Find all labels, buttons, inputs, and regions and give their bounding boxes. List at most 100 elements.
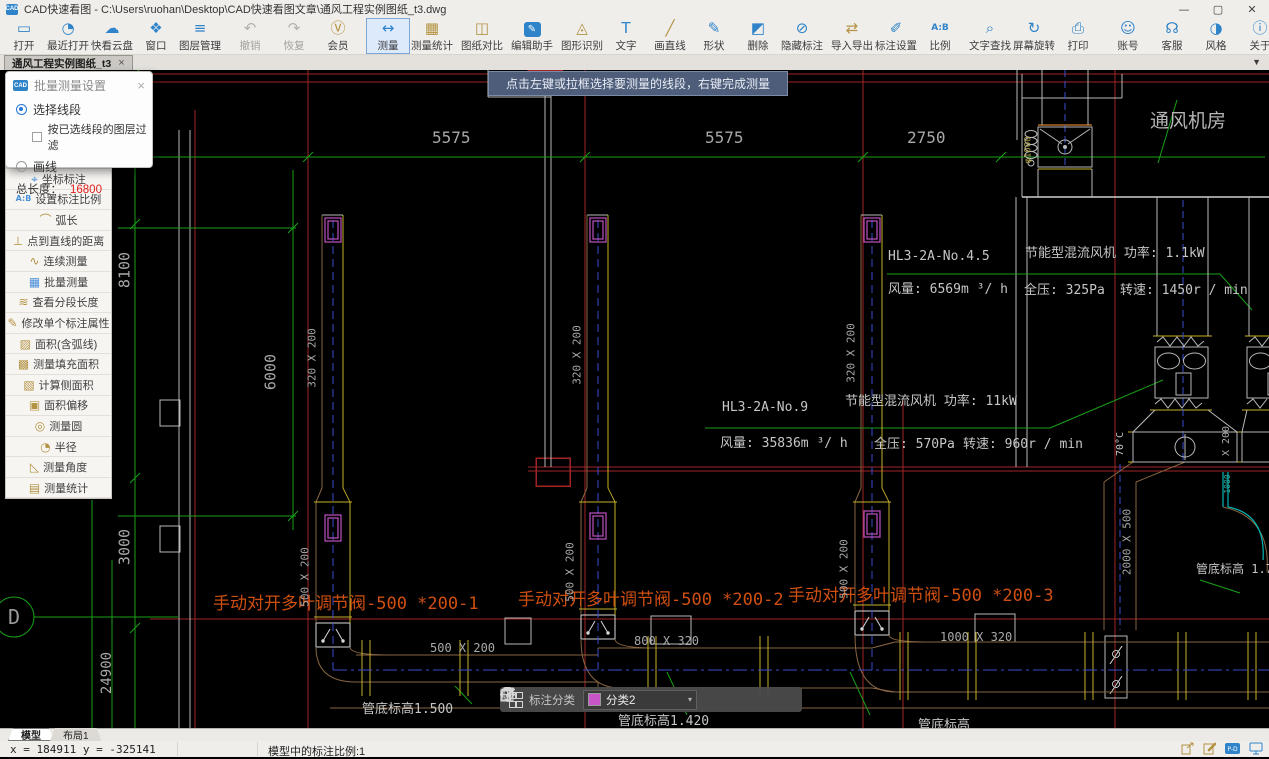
document-tab-bar: 通风工程实例图纸_t3 × ▼ bbox=[0, 55, 1269, 71]
sidebar-item-measure-fill-area[interactable]: ▩测量填充面积 bbox=[6, 354, 111, 375]
sheet-tab-layout[interactable]: 布局1 bbox=[50, 728, 102, 741]
layer-filter-icon[interactable]: ▼ bbox=[1252, 57, 1261, 67]
cad-text: 500 X 200 bbox=[300, 547, 311, 607]
layer-manager-button[interactable]: ≡图层管理 bbox=[178, 18, 222, 54]
draw-line-radio[interactable] bbox=[16, 161, 27, 172]
shape-recognition-button[interactable]: ◬图形识别 bbox=[560, 18, 604, 54]
sidebar-item-batch-measure[interactable]: ▦批量测量 bbox=[6, 272, 111, 293]
classify-dropdown[interactable]: 分类2 ▾ bbox=[583, 690, 697, 710]
drawing-compare-button[interactable]: ◫图纸对比 bbox=[460, 18, 504, 54]
sidebar-item-measure-angle[interactable]: ◺测量角度 bbox=[6, 457, 111, 478]
cad-text: 风量: 6569m ³/ h bbox=[888, 283, 1008, 296]
dialog-logo-icon: CAD bbox=[13, 80, 28, 91]
layer-filter-checkbox[interactable] bbox=[32, 132, 42, 142]
text-search-icon: ⌕ bbox=[986, 20, 994, 37]
redo-icon: ↷ bbox=[288, 20, 301, 37]
text-button[interactable]: T文字 bbox=[604, 18, 648, 54]
close-button[interactable]: ✕ bbox=[1235, 0, 1269, 18]
screen-rotate-button[interactable]: ↻屏幕旋转 bbox=[1012, 18, 1056, 54]
annotation-settings-button[interactable]: ✐标注设置 bbox=[874, 18, 918, 54]
measure-button[interactable]: ↔测量 bbox=[366, 18, 410, 54]
account-icon: ☺ bbox=[1120, 20, 1136, 37]
hint-bar: 点击左键或拉框选择要测量的线段，右键完成测量 bbox=[488, 71, 788, 96]
area-with-arc-icon: ▨ bbox=[20, 338, 31, 350]
tab-close-icon[interactable]: × bbox=[118, 57, 124, 69]
draw-line-button[interactable]: ╱画直线 bbox=[648, 18, 692, 54]
paste-annotation-icon[interactable] bbox=[777, 692, 793, 708]
sidebar-item-measure-statistics[interactable]: ▤测量统计 bbox=[6, 478, 111, 499]
cad-text: 手动对开多叶调节阀-500 *200-2 bbox=[518, 592, 784, 609]
cloud-drive-icon: ☁ bbox=[105, 20, 120, 37]
cloud-drive-label: 快看云盘 bbox=[91, 38, 133, 53]
redo-button[interactable]: ↷恢复 bbox=[272, 18, 316, 54]
sidebar-item-arc-length[interactable]: ⌒弧长 bbox=[6, 210, 111, 231]
about-button[interactable]: ⓘ关于 bbox=[1238, 18, 1269, 54]
maximize-button[interactable]: ▢ bbox=[1201, 0, 1235, 18]
export-annotation-icon[interactable] bbox=[1203, 742, 1216, 755]
sidebar-item-modify-single-annotation[interactable]: ✎修改单个标注属性 bbox=[6, 313, 111, 334]
sidebar-item-area-offset[interactable]: ▣面积偏移 bbox=[6, 396, 111, 417]
import-export-icon: ⇄ bbox=[846, 20, 859, 37]
draw-line-label: 画线 bbox=[33, 158, 57, 175]
account-button[interactable]: ☺账号 bbox=[1106, 18, 1150, 54]
recent-open-button[interactable]: ◔最近打开 bbox=[46, 18, 90, 54]
calc-side-area-icon: ▧ bbox=[23, 379, 34, 391]
copy-annotation-icon[interactable] bbox=[753, 692, 769, 708]
document-tab[interactable]: 通风工程实例图纸_t3 × bbox=[4, 55, 133, 70]
scale-button[interactable]: A:B比例 bbox=[918, 18, 962, 54]
status-bar: x = 184911 y = -325141 模型中的标注比例:1 P-D bbox=[0, 741, 1269, 757]
text-search-label: 文字查找 bbox=[969, 38, 1011, 53]
style-button[interactable]: ◑风格 bbox=[1194, 18, 1238, 54]
delete-button[interactable]: ◩删除 bbox=[736, 18, 780, 54]
measure-stats-button[interactable]: ▦测量统计 bbox=[410, 18, 454, 54]
support-button[interactable]: ☊客服 bbox=[1150, 18, 1194, 54]
select-segment-radio[interactable] bbox=[16, 104, 27, 115]
batch-measure-icon: ▦ bbox=[29, 276, 40, 288]
text-icon: T bbox=[621, 20, 630, 37]
import-export-button[interactable]: ⇄导入导出 bbox=[830, 18, 874, 54]
hide-annotation-button[interactable]: ⊘隐藏标注 bbox=[780, 18, 824, 54]
cad-text: 500 X 200 bbox=[430, 642, 495, 654]
measure-angle-label: 测量角度 bbox=[43, 459, 87, 475]
sidebar-item-continuous-measure[interactable]: ∿连续测量 bbox=[6, 251, 111, 272]
undo-button[interactable]: ↶撤销 bbox=[228, 18, 272, 54]
cad-text: 全压: 570Pa bbox=[874, 438, 955, 451]
vip-button[interactable]: Ⓥ会员 bbox=[316, 18, 360, 54]
delete-label: 删除 bbox=[748, 38, 769, 53]
shape-recognition-label: 图形识别 bbox=[561, 38, 603, 53]
cursor-coordinates: x = 184911 y = -325141 bbox=[10, 743, 156, 756]
cad-text: 6000 bbox=[264, 354, 279, 390]
window-button[interactable]: ❖窗口 bbox=[134, 18, 178, 54]
sidebar-item-measure-circle[interactable]: ◎测量圆 bbox=[6, 416, 111, 437]
about-icon: ⓘ bbox=[1252, 20, 1267, 37]
cloud-drive-button[interactable]: ☁快看云盘 bbox=[90, 18, 134, 54]
recent-open-label: 最近打开 bbox=[47, 38, 89, 53]
edit-assistant-icon: ✎ bbox=[524, 22, 541, 37]
measure-icon: ↔ bbox=[382, 20, 395, 37]
edit-annotation-icon[interactable] bbox=[705, 692, 721, 708]
edit-assistant-button[interactable]: ✎编辑助手 bbox=[510, 18, 554, 54]
monitor-icon[interactable] bbox=[1249, 742, 1263, 755]
minimize-button[interactable]: — bbox=[1167, 0, 1201, 18]
pd-badge-icon[interactable]: P-D bbox=[1225, 742, 1240, 755]
drawing-canvas[interactable]: 点击左键或拉框选择要测量的线段，右键完成测量 标注分类 分类2 ▾ 557555… bbox=[0, 70, 1269, 728]
sheet-tab-model[interactable]: 模型 bbox=[8, 728, 54, 741]
account-label: 账号 bbox=[1118, 38, 1139, 53]
move-annotation-icon[interactable] bbox=[729, 692, 745, 708]
sidebar-item-area-with-arc[interactable]: ▨面积(含弧线) bbox=[6, 334, 111, 355]
sidebar-item-calc-side-area[interactable]: ▧计算侧面积 bbox=[6, 375, 111, 396]
shape-button[interactable]: ✎形状 bbox=[692, 18, 736, 54]
print-button[interactable]: ⎙打印 bbox=[1056, 18, 1100, 54]
measure-fill-area-label: 测量填充面积 bbox=[33, 356, 99, 372]
share-drawing-icon[interactable] bbox=[1181, 742, 1194, 755]
cad-text: 70°C bbox=[1116, 432, 1126, 456]
sidebar-item-radius[interactable]: ◔半径 bbox=[6, 437, 111, 458]
sidebar-item-view-segment-length[interactable]: ≋查看分段长度 bbox=[6, 293, 111, 314]
dialog-close-icon[interactable]: × bbox=[137, 79, 145, 92]
hide-annotation-icon: ⊘ bbox=[796, 20, 809, 37]
open-button[interactable]: ▭打开 bbox=[2, 18, 46, 54]
text-search-button[interactable]: ⌕文字查找 bbox=[968, 18, 1012, 54]
sidebar-item-point-to-line-distance[interactable]: ⊥点到直线的距离 bbox=[6, 231, 111, 252]
cad-text: 320 X 200 bbox=[846, 323, 857, 383]
scale-label: 比例 bbox=[930, 38, 951, 53]
